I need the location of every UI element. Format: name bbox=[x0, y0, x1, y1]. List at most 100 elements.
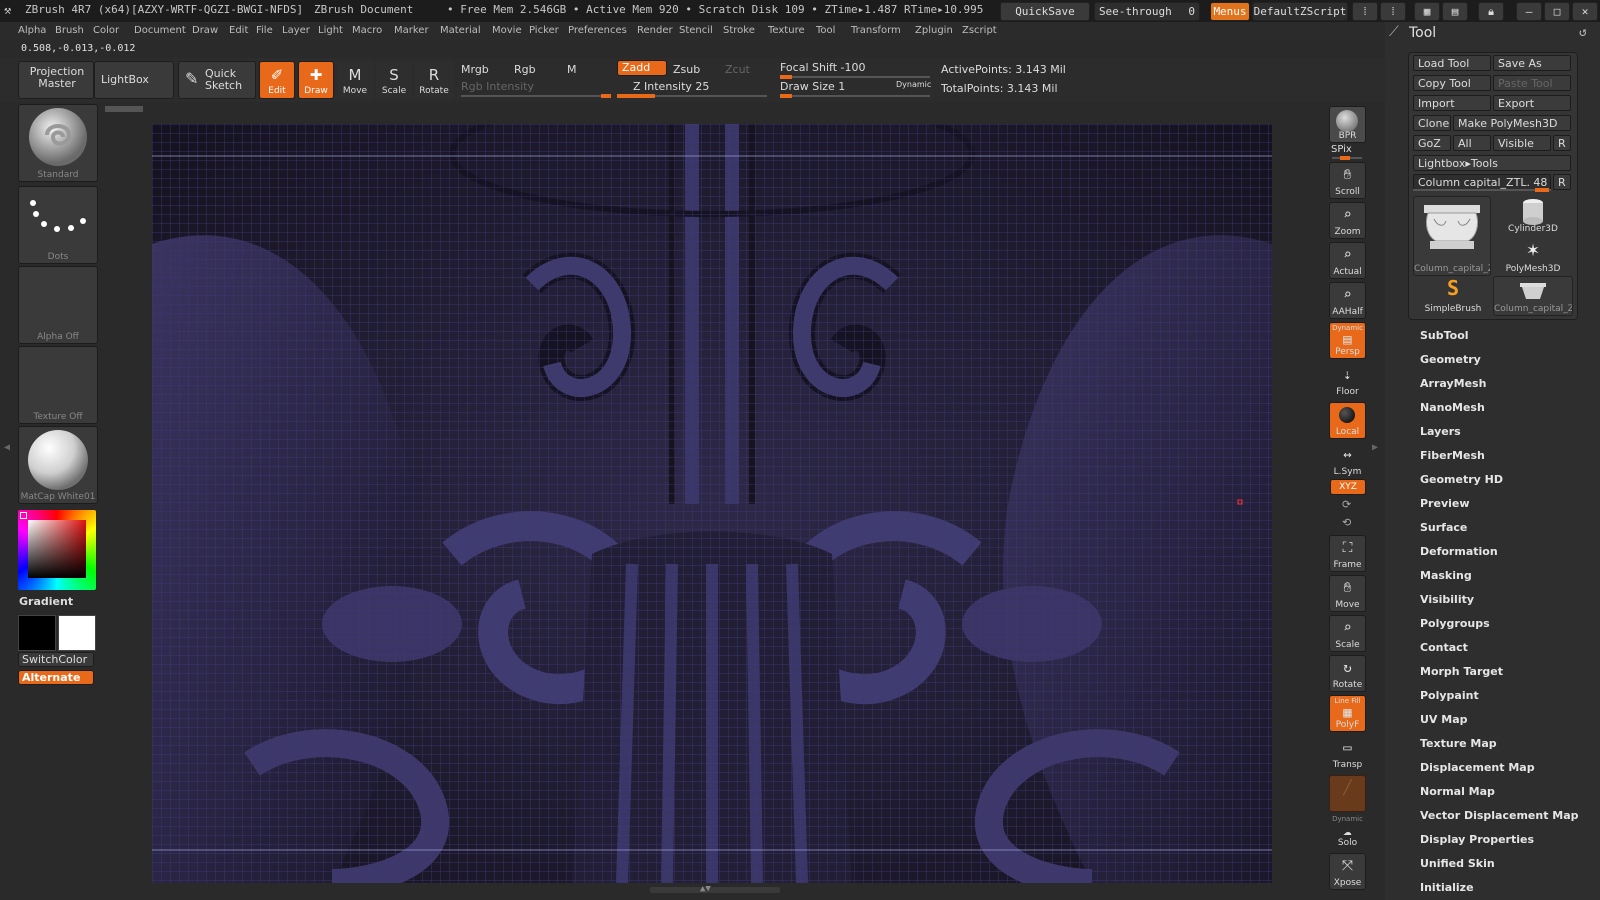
transp-button[interactable]: ▭ Transp bbox=[1329, 735, 1366, 772]
current-tool-r-button[interactable]: R bbox=[1553, 174, 1571, 190]
z-intensity-slider[interactable]: Z Intensity 25 bbox=[633, 80, 709, 93]
goz-button[interactable]: GoZ bbox=[1413, 135, 1451, 151]
section-surface[interactable]: Surface bbox=[1420, 521, 1467, 534]
section-vector-displacement-map[interactable]: Vector Displacement Map bbox=[1420, 809, 1579, 822]
section-subtool[interactable]: SubTool bbox=[1420, 329, 1469, 342]
close-icon[interactable]: ✕ bbox=[1572, 2, 1598, 21]
material-selector[interactable]: MatCap White01 bbox=[18, 426, 98, 504]
right-collapse-icon[interactable]: ▶ bbox=[1372, 442, 1378, 453]
draw-size-slider[interactable]: Draw Size 1 bbox=[780, 80, 845, 93]
menu-preferences[interactable]: Preferences bbox=[568, 25, 627, 36]
section-normal-map[interactable]: Normal Map bbox=[1420, 785, 1495, 798]
menu-transform[interactable]: Transform bbox=[851, 25, 901, 36]
section-deformation[interactable]: Deformation bbox=[1420, 545, 1498, 558]
save-as-button[interactable]: Save As bbox=[1493, 55, 1571, 71]
goz-all-button[interactable]: All bbox=[1453, 135, 1491, 151]
ghost-button[interactable]: ╱ bbox=[1329, 775, 1366, 812]
section-texture-map[interactable]: Texture Map bbox=[1420, 737, 1497, 750]
stroke-selector[interactable]: Dots bbox=[18, 186, 98, 264]
lightbox-tools-button[interactable]: Lightbox▸Tools bbox=[1413, 155, 1571, 171]
section-initialize[interactable]: Initialize bbox=[1420, 881, 1474, 894]
rgb-button[interactable]: Rgb bbox=[514, 63, 536, 76]
section-unified-skin[interactable]: Unified Skin bbox=[1420, 857, 1495, 870]
menu-layer[interactable]: Layer bbox=[282, 25, 310, 36]
zcut-button[interactable]: Zcut bbox=[725, 63, 750, 76]
menu-marker[interactable]: Marker bbox=[394, 25, 429, 36]
local-button[interactable]: Local bbox=[1329, 402, 1366, 439]
color-picker[interactable] bbox=[18, 510, 96, 590]
collapse-right-icon[interactable]: ⁞ bbox=[1380, 2, 1406, 21]
texture-selector[interactable]: Texture Off bbox=[18, 346, 98, 424]
menu-texture[interactable]: Texture bbox=[768, 25, 805, 36]
section-geometry-hd[interactable]: Geometry HD bbox=[1420, 473, 1503, 486]
zsub-button[interactable]: Zsub bbox=[673, 63, 700, 76]
tool-tile-column-capital-2[interactable]: Column_capital_Z bbox=[1493, 276, 1573, 316]
export-button[interactable]: Export bbox=[1493, 95, 1571, 111]
bpr-button[interactable]: BPR bbox=[1329, 106, 1366, 143]
maximize-icon[interactable]: □ bbox=[1544, 2, 1570, 21]
left-collapse-icon[interactable]: ◀ bbox=[4, 442, 10, 453]
secondary-color-swatch[interactable] bbox=[58, 615, 96, 651]
brush-selector[interactable]: Standard bbox=[18, 104, 98, 182]
polyf-button[interactable]: Line Fill ▦ PolyF bbox=[1329, 695, 1366, 732]
rotate-y-icon[interactable]: ⟳ bbox=[1342, 498, 1351, 511]
paste-tool-button[interactable]: Paste Tool bbox=[1493, 75, 1571, 91]
draw-button[interactable]: ✚ Draw bbox=[298, 61, 334, 99]
scroll-button[interactable]: ✋︎ Scroll bbox=[1329, 162, 1366, 199]
rotate-view-button[interactable]: ↻ Rotate bbox=[1329, 655, 1366, 692]
menu-document[interactable]: Document bbox=[134, 25, 186, 36]
section-displacement-map[interactable]: Displacement Map bbox=[1420, 761, 1535, 774]
scale-mode-button[interactable]: S Scale bbox=[376, 61, 412, 99]
menu-material[interactable]: Material bbox=[440, 25, 481, 36]
quick-sketch-button[interactable]: ✎ Quick Sketch bbox=[178, 61, 256, 99]
persp-button[interactable]: Dynamic ▤ Persp bbox=[1329, 322, 1366, 359]
menus-button[interactable]: Menus bbox=[1210, 2, 1250, 21]
layout-icon[interactable]: ▦ bbox=[1414, 2, 1440, 21]
switch-color-button[interactable]: SwitchColor bbox=[18, 652, 94, 667]
rgb-intensity-slider[interactable]: Rgb Intensity bbox=[461, 80, 534, 93]
move-view-button[interactable]: ✋︎ Move bbox=[1329, 575, 1366, 612]
menu-alpha[interactable]: Alpha bbox=[18, 25, 46, 36]
zoom-button[interactable]: ⌕ Zoom bbox=[1329, 202, 1366, 239]
menu-tool[interactable]: Tool bbox=[816, 25, 835, 36]
menu-brush[interactable]: Brush bbox=[55, 25, 84, 36]
make-polymesh3d-button[interactable]: Make PolyMesh3D bbox=[1453, 115, 1571, 131]
mrgb-button[interactable]: Mrgb bbox=[461, 63, 489, 76]
menu-file[interactable]: File bbox=[256, 25, 273, 36]
solo-button[interactable]: Dynamic ☁ Solo bbox=[1329, 813, 1366, 850]
lightbox-button[interactable]: LightBox bbox=[94, 61, 174, 99]
menu-color[interactable]: Color bbox=[93, 25, 119, 36]
xpose-button[interactable]: ⤧ Xpose bbox=[1329, 853, 1366, 890]
lsym-button[interactable]: ↔ L.Sym bbox=[1329, 442, 1366, 479]
quicksave-button[interactable]: QuickSave bbox=[1000, 2, 1090, 21]
section-contact[interactable]: Contact bbox=[1420, 641, 1468, 654]
section-polygroups[interactable]: Polygroups bbox=[1420, 617, 1490, 630]
focal-shift-slider[interactable]: Focal Shift -100 bbox=[780, 61, 865, 74]
gradient-button[interactable]: Gradient bbox=[19, 595, 73, 608]
see-through-slider[interactable]: See-through 0 bbox=[1094, 2, 1200, 21]
load-tool-button[interactable]: Load Tool bbox=[1413, 55, 1491, 71]
tool-tile-column-capital[interactable]: Column_capital_Z bbox=[1413, 196, 1491, 276]
menu-stroke[interactable]: Stroke bbox=[723, 25, 755, 36]
section-arraymesh[interactable]: ArrayMesh bbox=[1420, 377, 1486, 390]
section-layers[interactable]: Layers bbox=[1420, 425, 1461, 438]
section-preview[interactable]: Preview bbox=[1420, 497, 1470, 510]
dynamic-button[interactable]: Dynamic bbox=[896, 80, 931, 89]
m-button[interactable]: M bbox=[567, 63, 577, 76]
menu-light[interactable]: Light bbox=[318, 25, 343, 36]
rotate-z-icon[interactable]: ⟲ bbox=[1342, 516, 1351, 529]
layout-2-icon[interactable]: ▤ bbox=[1442, 2, 1468, 21]
aahalf-button[interactable]: ⌕ AAHalf bbox=[1329, 282, 1366, 319]
zadd-button[interactable]: Zadd bbox=[617, 60, 667, 76]
menu-movie[interactable]: Movie bbox=[492, 25, 522, 36]
default-zscript-button[interactable]: DefaultZScript bbox=[1252, 2, 1348, 21]
tool-palette-title[interactable]: Tool bbox=[1409, 25, 1436, 41]
section-visibility[interactable]: Visibility bbox=[1420, 593, 1474, 606]
spix-slider[interactable]: SPix bbox=[1331, 144, 1352, 155]
projection-master-button[interactable]: Projection Master bbox=[18, 61, 94, 99]
section-uv-map[interactable]: UV Map bbox=[1420, 713, 1468, 726]
collapse-left-icon[interactable]: ⁞ bbox=[1352, 2, 1378, 21]
bottom-tray-toggle[interactable] bbox=[650, 887, 780, 893]
menu-zscript[interactable]: Zscript bbox=[962, 25, 997, 36]
canvas-viewport[interactable] bbox=[152, 124, 1272, 883]
